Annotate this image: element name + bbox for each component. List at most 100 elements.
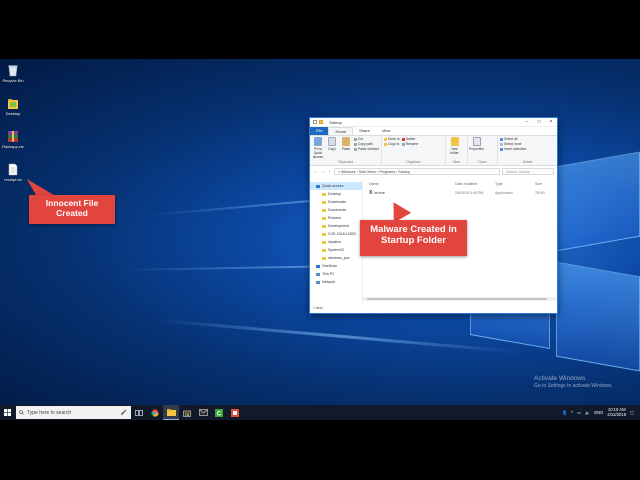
quick-access-toolbar[interactable] (313, 120, 323, 124)
scrollbar-thumb[interactable] (367, 298, 547, 300)
nav-item-label: Network (322, 280, 336, 284)
taskbar-app-store[interactable] (179, 405, 195, 420)
desktop-icon-desktop[interactable]: Desktop (2, 97, 24, 116)
copy-to-button[interactable]: Copy to (384, 142, 400, 147)
pin-icon (313, 137, 322, 146)
clock[interactable]: 10:10 AM 2/12/2019 (607, 407, 626, 418)
nav-item[interactable]: CVE-2018-12825 (310, 230, 362, 238)
start-button[interactable] (0, 405, 15, 420)
taskbar-search-box[interactable]: Type here to search 🎤 (16, 406, 131, 419)
minimize-icon[interactable]: – (521, 118, 533, 127)
taskbar: Type here to search 🎤 C 👤 ^ ▭ 🔈 ENG 10:1… (0, 405, 640, 420)
tab-share[interactable]: Share (353, 127, 376, 135)
column-header-date[interactable]: Date modified (455, 182, 495, 186)
language-indicator[interactable]: ENG (594, 410, 603, 415)
people-icon[interactable]: 👤 (562, 410, 567, 416)
nav-item[interactable]: injustice (310, 238, 362, 246)
task-view-button[interactable] (131, 405, 147, 420)
nav-item-label: Desktop (328, 192, 342, 196)
column-header-name[interactable]: Name (369, 182, 455, 186)
letterbox-bottom (0, 420, 640, 480)
paste-shortcut-button[interactable]: Paste shortcut (353, 147, 379, 152)
clipboard-small-buttons: Cut Copy path Paste shortcut (353, 137, 379, 152)
nav-item[interactable]: This PC (310, 270, 362, 278)
forward-icon[interactable]: → (320, 169, 325, 175)
folder-icon (322, 240, 326, 244)
nav-item-label: windows_poc (328, 256, 350, 260)
taskbar-app-recorder[interactable] (227, 405, 243, 420)
address-bar[interactable]: « Windows › Start Menu › Programs › Star… (334, 168, 500, 175)
paste-button[interactable]: Paste (340, 137, 352, 151)
save-icon[interactable] (313, 120, 317, 124)
winrar-archive-icon (7, 130, 19, 143)
group-label-organize: Organize (406, 160, 421, 164)
column-header-size[interactable]: Size (535, 182, 555, 186)
properties-button[interactable]: Properties (469, 137, 484, 151)
desktop-icon-rackapp[interactable]: Rackapp.rar (2, 130, 24, 149)
nav-item[interactable]: Network (310, 278, 362, 286)
nav-item[interactable]: OneDrive (310, 262, 362, 270)
nav-item[interactable]: windows_poc (310, 254, 362, 262)
nav-item[interactable]: System32 (310, 246, 362, 254)
properties-icon (472, 137, 481, 146)
column-header-type[interactable]: Type (495, 182, 535, 186)
desktop-icon-label: Desktop (5, 111, 21, 116)
folder-icon[interactable] (319, 120, 323, 124)
taskbar-app-chrome[interactable] (147, 405, 163, 420)
copy-label: Copy (328, 147, 336, 151)
chrome-icon (151, 408, 159, 417)
folder-icon (322, 216, 326, 220)
volume-icon[interactable]: 🔈 (585, 410, 590, 416)
malware-callout: Malware Created in Startup Folder (360, 220, 467, 256)
copy-button[interactable]: Copy (326, 137, 338, 151)
nav-item-label: This PC (322, 272, 335, 276)
notifications-icon[interactable]: ▢ (630, 410, 634, 415)
mail-icon (198, 409, 208, 416)
pin-quick-access-button[interactable]: Pin to Quick access (312, 137, 324, 159)
desktop-icon-receipt[interactable]: receipt.txt (2, 163, 24, 182)
invert-selection-button[interactable]: Invert selection (500, 147, 526, 152)
new-folder-button[interactable]: New folder (448, 137, 461, 155)
taskbar-app-file-explorer[interactable] (163, 405, 179, 420)
file-row[interactable]: X lnt.exe 2/6/2019 5:40 PM Application 7… (363, 188, 557, 197)
tab-file[interactable]: File (310, 127, 329, 135)
desktop[interactable]: Recycle Bin Desktop Rackapp.rar receipt.… (0, 59, 640, 405)
svg-text:C: C (217, 411, 222, 417)
nav-item[interactable]: Desktop (310, 190, 362, 198)
ribbon: Pin to Quick access Copy Paste Cut Copy … (310, 135, 557, 166)
nav-item[interactable]: Pictures (310, 214, 362, 222)
file-date: 2/6/2019 5:40 PM (455, 190, 484, 195)
nav-item[interactable]: Downloads (310, 198, 362, 206)
nav-item[interactable]: Development (310, 222, 362, 230)
tab-view[interactable]: View (376, 127, 397, 135)
nav-item[interactable]: Documents (310, 206, 362, 214)
innocent-file-callout: Innocent File Created (29, 195, 115, 224)
microphone-icon[interactable]: 🎤 (121, 410, 127, 416)
title-bar[interactable]: Startup – □ × (310, 118, 557, 127)
file-explorer-window[interactable]: Startup – □ × File Home Share View Pin t… (309, 117, 558, 314)
taskbar-app-camtasia[interactable]: C (211, 405, 227, 420)
up-icon[interactable]: ↑ (327, 169, 332, 175)
maximize-icon[interactable]: □ (533, 118, 545, 127)
nav-item[interactable]: Quick access (310, 182, 362, 190)
task-view-icon (135, 409, 143, 416)
folder-icon (322, 256, 326, 260)
file-name-cell: X lnt.exe (369, 190, 455, 196)
recorder-icon (231, 408, 239, 417)
wallpaper-beam (159, 319, 519, 354)
close-icon[interactable]: × (545, 118, 557, 127)
taskbar-app-mail[interactable] (195, 405, 211, 420)
network-icon[interactable]: ▭ (577, 410, 581, 415)
tab-home[interactable]: Home (328, 127, 354, 135)
nav-item-label: Quick access (322, 184, 344, 188)
store-icon (183, 410, 191, 417)
nav-item-label: Development (328, 224, 350, 228)
search-icon (19, 410, 24, 415)
desktop-icon-recycle-bin[interactable]: Recycle Bin (2, 64, 24, 83)
chevron-up-icon[interactable]: ^ (571, 410, 573, 415)
rename-button[interactable]: Rename (401, 142, 418, 147)
horizontal-scrollbar[interactable] (363, 297, 557, 301)
search-input[interactable]: Search Startup (502, 168, 554, 175)
back-icon[interactable]: ← (313, 169, 318, 175)
watermark-title: Activate Windows (534, 375, 586, 382)
